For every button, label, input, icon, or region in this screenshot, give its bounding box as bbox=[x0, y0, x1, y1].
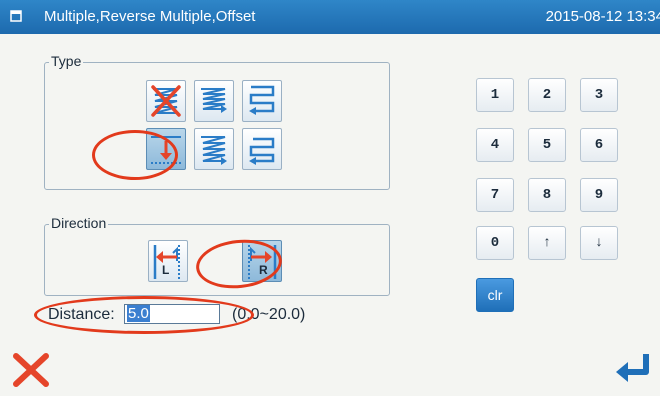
offset-down-icon bbox=[151, 136, 181, 164]
multiple-cancel-icon bbox=[151, 85, 181, 117]
direction-right-letter: R bbox=[259, 263, 268, 277]
type-multiple-cancel-button[interactable] bbox=[146, 80, 186, 122]
type-reverse-loop-button[interactable] bbox=[242, 128, 282, 170]
direction-left-letter: L bbox=[162, 263, 170, 277]
direction-legend: Direction bbox=[49, 215, 109, 231]
key-9[interactable]: 9 bbox=[580, 178, 618, 212]
window-icon bbox=[10, 10, 22, 22]
type-reverse-return-button[interactable] bbox=[242, 80, 282, 122]
distance-value: 5.0 bbox=[127, 305, 150, 322]
key-1[interactable]: 1 bbox=[476, 78, 514, 112]
key-4[interactable]: 4 bbox=[476, 128, 514, 162]
key-6[interactable]: 6 bbox=[580, 128, 618, 162]
type-zigzag-multiple-button[interactable] bbox=[194, 128, 234, 170]
reverse-return-icon bbox=[249, 85, 275, 115]
direction-group: Direction bbox=[44, 215, 390, 296]
cancel-button[interactable] bbox=[10, 350, 52, 390]
close-icon bbox=[13, 353, 49, 387]
key-down[interactable]: ↓ bbox=[580, 226, 618, 260]
key-0[interactable]: 0 bbox=[476, 226, 514, 260]
key-5[interactable]: 5 bbox=[528, 128, 566, 162]
type-multiple-forward-button[interactable] bbox=[194, 80, 234, 122]
direction-right-button[interactable]: R bbox=[242, 240, 282, 282]
key-2[interactable]: 2 bbox=[528, 78, 566, 112]
type-offset-button[interactable] bbox=[146, 128, 186, 170]
enter-button[interactable] bbox=[612, 348, 654, 388]
clear-button[interactable]: clr bbox=[476, 278, 514, 312]
key-3[interactable]: 3 bbox=[580, 78, 618, 112]
window-title: Multiple,Reverse Multiple,Offset bbox=[44, 8, 256, 25]
title-bar: Multiple,Reverse Multiple,Offset 2015-08… bbox=[0, 0, 660, 34]
datetime: 2015-08-12 13:34 bbox=[545, 8, 660, 25]
distance-range: (0.0~20.0) bbox=[232, 306, 306, 323]
enter-icon bbox=[616, 354, 649, 382]
distance-input[interactable]: 5.0 bbox=[124, 304, 220, 324]
reverse-loop-icon bbox=[249, 137, 275, 165]
multiple-forward-icon bbox=[201, 88, 227, 113]
key-7[interactable]: 7 bbox=[476, 178, 514, 212]
direction-left-button[interactable]: L bbox=[148, 240, 188, 282]
distance-label: Distance: bbox=[48, 306, 115, 323]
zigzag-multiple-icon bbox=[201, 136, 227, 165]
key-up[interactable]: ↑ bbox=[528, 226, 566, 260]
type-legend: Type bbox=[49, 53, 84, 69]
key-8[interactable]: 8 bbox=[528, 178, 566, 212]
